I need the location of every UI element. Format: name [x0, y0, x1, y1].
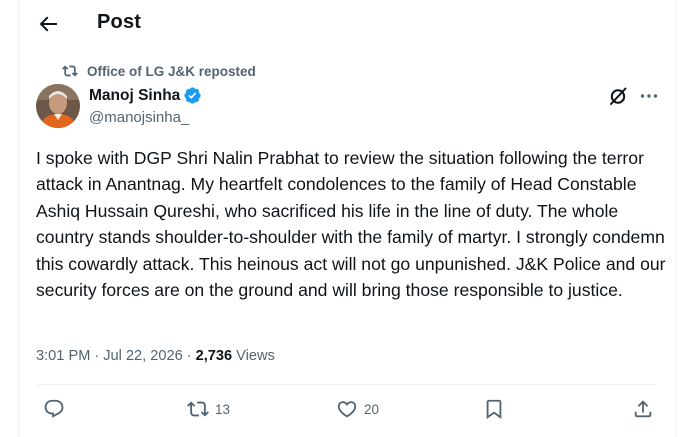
repost-icon [62, 65, 78, 77]
repost-indicator[interactable]: Office of LG J&K reposted [62, 63, 256, 79]
heart-icon [337, 401, 357, 418]
divider [36, 384, 656, 385]
post-meta: 3:01 PM · Jul 22, 2026 · 2,736 Views [36, 348, 275, 364]
more-options-icon[interactable] [639, 88, 659, 104]
reply-icon [44, 399, 64, 418]
views-count: 2,736 [195, 348, 233, 364]
like-count: 20 [364, 401, 380, 417]
post-text: I spoke with DGP Shri Nalin Prabhat to r… [36, 148, 666, 301]
share-icon [634, 400, 652, 418]
like-button[interactable]: 20 [336, 398, 379, 420]
repost-button[interactable]: 13 [187, 398, 230, 420]
page-title: Post [97, 11, 142, 33]
post-time[interactable]: 3:01 PM [36, 348, 90, 364]
views-label: Views [236, 348, 275, 364]
author-handle[interactable]: @manojsinha_ [89, 109, 189, 126]
avatar-portrait-icon [36, 84, 80, 128]
bookmark-button[interactable] [483, 398, 505, 420]
author-name-row: Manoj Sinha [89, 86, 202, 105]
repost-action-icon [187, 401, 209, 417]
author-name[interactable]: Manoj Sinha [89, 87, 180, 105]
grok-icon[interactable] [608, 86, 628, 106]
bookmark-icon [486, 399, 502, 420]
post-header: Post [0, 0, 688, 48]
repost-count: 13 [215, 401, 231, 417]
reply-button[interactable] [43, 398, 65, 420]
repost-text: Office of LG J&K reposted [87, 63, 256, 79]
post-date[interactable]: Jul 22, 2026 [103, 348, 183, 364]
back-arrow-icon[interactable] [36, 12, 60, 36]
verified-badge-icon [184, 87, 201, 104]
share-button[interactable] [632, 398, 654, 420]
meta-separator-2: · [186, 348, 192, 364]
action-bar: 13 20 [0, 398, 688, 428]
avatar[interactable] [36, 84, 80, 128]
meta-separator: · [94, 348, 100, 364]
